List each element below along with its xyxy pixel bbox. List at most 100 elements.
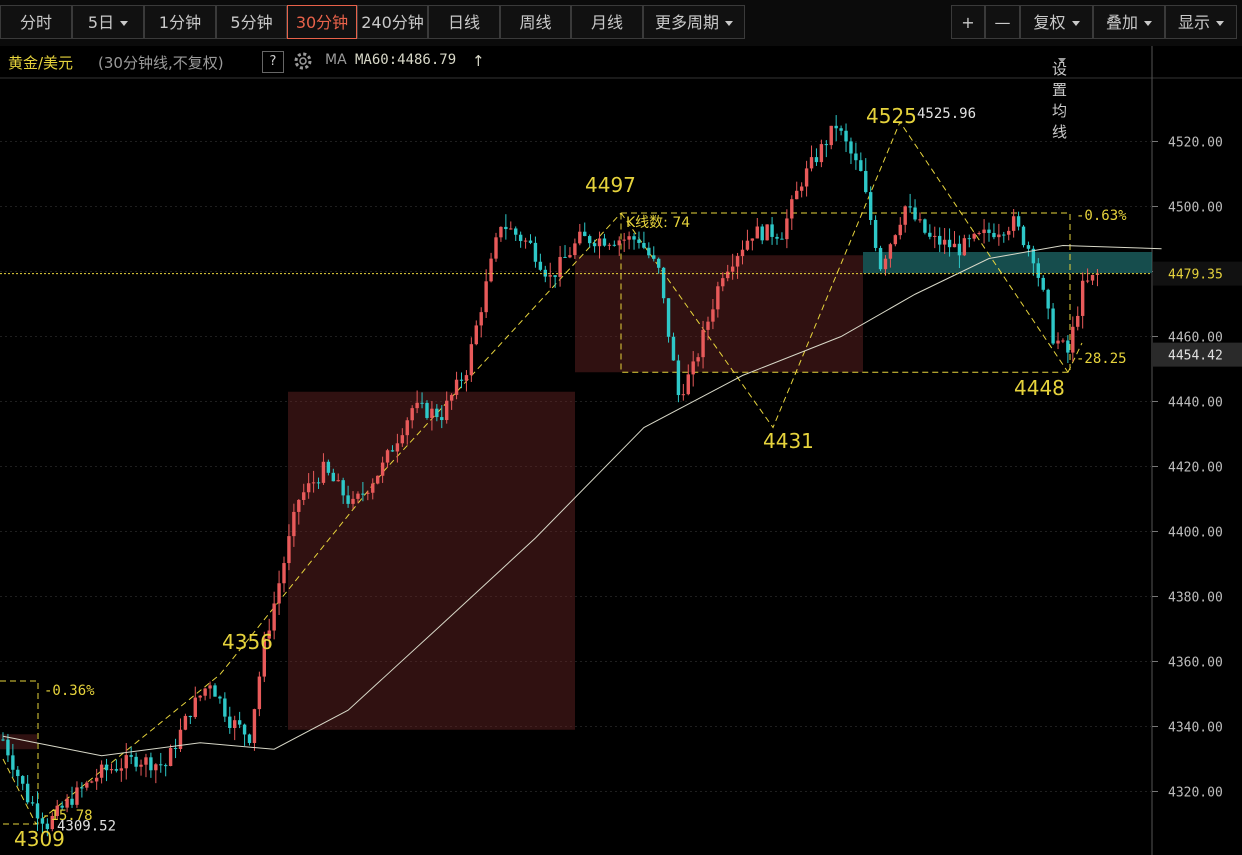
candle-body	[198, 695, 202, 698]
candle-body	[223, 698, 227, 717]
candle-body	[898, 224, 902, 236]
y-tick-label: 4440.00	[1168, 396, 1223, 411]
candle-body	[844, 130, 848, 142]
candle-body	[252, 709, 257, 744]
candle-body	[484, 281, 488, 313]
toolbar-button-2-label: 显示	[1177, 13, 1210, 32]
candle-body	[1056, 340, 1060, 344]
period-button-label: 1分钟	[158, 13, 202, 32]
candle-body	[119, 768, 124, 771]
candle-body	[1046, 289, 1050, 309]
candle-body	[321, 461, 326, 483]
candle-body	[632, 236, 636, 240]
help-button[interactable]: ?	[262, 51, 284, 73]
candle-body	[351, 498, 355, 504]
candle-body	[6, 739, 10, 756]
candle-body	[726, 271, 730, 279]
candle-body	[992, 232, 996, 238]
candle-body	[839, 128, 843, 131]
candle-body	[464, 375, 469, 381]
period-button-1[interactable]: 5日	[72, 5, 144, 39]
candle-body	[154, 764, 158, 771]
candle-body	[918, 219, 922, 221]
candle-body	[193, 697, 197, 718]
kline-count: K线数: 74	[626, 215, 690, 231]
candle-body	[390, 450, 395, 452]
candle-body	[942, 239, 947, 245]
candle-body	[449, 394, 454, 401]
y-tick-label: 4400.00	[1168, 526, 1223, 541]
candle-body	[804, 168, 809, 187]
candle-body	[790, 199, 794, 219]
candle-body	[883, 258, 888, 270]
candle-body	[159, 764, 163, 766]
period-button-5[interactable]: 240分钟	[357, 5, 428, 39]
candle-body	[124, 755, 128, 769]
period-button-8[interactable]: 月线	[571, 5, 643, 39]
candle-body	[94, 777, 99, 782]
chevron-down-icon	[1216, 21, 1224, 26]
candle-body	[104, 764, 109, 771]
level-4356: 4356	[222, 630, 273, 654]
pct-right: -0.63%	[1076, 208, 1127, 224]
candle-body	[859, 160, 863, 171]
zone-1	[0, 734, 37, 750]
candle-body	[864, 170, 868, 193]
period-button-label: 日线	[447, 13, 480, 32]
period-button-label: 月线	[590, 13, 623, 32]
candle-body	[947, 239, 952, 248]
candle-body	[233, 720, 237, 728]
zoom-in-button[interactable]: +	[951, 5, 985, 39]
period-button-3[interactable]: 5分钟	[216, 5, 287, 39]
period-button-6[interactable]: 日线	[428, 5, 500, 39]
candle-body	[297, 499, 301, 512]
candle-body	[85, 782, 89, 788]
candle-body	[228, 716, 232, 728]
candle-body	[666, 298, 671, 337]
candle-body	[218, 696, 222, 699]
candle-body	[168, 748, 173, 767]
toolbar-button-0[interactable]: 复权	[1020, 5, 1093, 39]
level-4448: 4448	[1014, 376, 1065, 400]
zoom-out-button[interactable]: —	[985, 5, 1020, 39]
period-button-4[interactable]: 30分钟	[287, 5, 357, 39]
gear-icon[interactable]	[292, 50, 314, 72]
candle-body	[267, 630, 271, 639]
candle-body	[371, 483, 375, 493]
cursor-price-label: 4454.42	[1168, 349, 1223, 364]
candle-body	[602, 238, 607, 246]
chevron-down-icon	[120, 21, 129, 26]
candle-body	[474, 325, 478, 345]
candle-body	[962, 238, 967, 256]
period-button-0[interactable]: 分时	[0, 5, 72, 39]
candle-body	[237, 720, 242, 725]
level-4431: 4431	[763, 429, 814, 453]
candle-body	[430, 408, 434, 418]
candle-body	[1026, 245, 1031, 249]
candle-body	[1007, 230, 1011, 235]
candle-body	[652, 255, 656, 259]
current-price-bg	[1153, 261, 1242, 286]
candle-body	[607, 244, 612, 246]
candle-body	[543, 269, 547, 277]
ma-up-arrow-icon: ↑	[472, 52, 485, 70]
period-button-2[interactable]: 1分钟	[144, 5, 216, 39]
y-tick-label: 4360.00	[1168, 656, 1223, 671]
candle-body	[908, 206, 912, 208]
candle-body	[183, 715, 188, 730]
toolbar-button-2[interactable]: 显示	[1165, 5, 1237, 39]
toolbar-button-1[interactable]: 叠加	[1093, 5, 1165, 39]
y-tick-label: 4380.00	[1168, 591, 1223, 606]
candle-body	[400, 435, 405, 444]
candle-body	[311, 482, 316, 484]
candle-body	[287, 536, 291, 564]
candle-body	[341, 480, 345, 496]
period-button-9[interactable]: 更多周期	[643, 5, 745, 39]
box-right	[620, 212, 1071, 373]
candle-body	[785, 218, 789, 240]
candle-body	[1011, 216, 1016, 231]
y-tick-label: 4480.00	[1168, 266, 1223, 281]
period-button-7[interactable]: 周线	[500, 5, 571, 39]
level-4525-precise: 4525.96	[917, 106, 976, 122]
candle-body	[656, 258, 661, 268]
